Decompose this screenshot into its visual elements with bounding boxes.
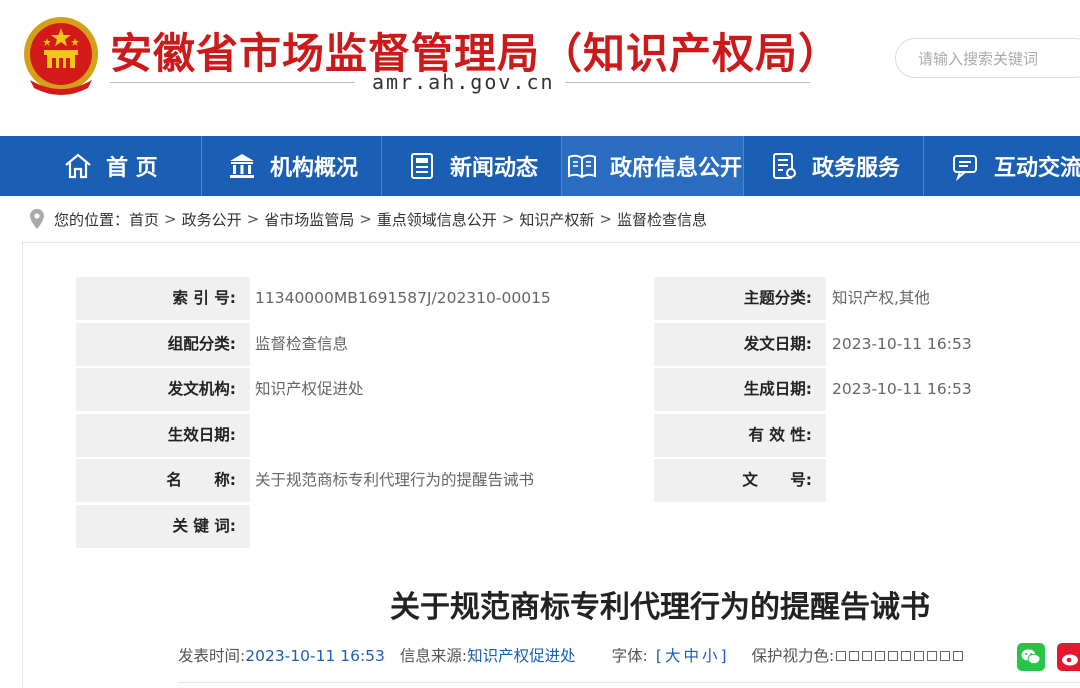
pub-date-label: 发文日期: [743, 334, 812, 353]
category-label: 组配分类: [167, 334, 236, 353]
breadcrumb-separator: > [164, 210, 177, 228]
eye-color-label: 保护视力色: [751, 647, 835, 665]
source-label: 信息来源: [399, 647, 468, 665]
topic-value: 知识产权,其他 [832, 289, 930, 307]
location-pin-icon [30, 209, 44, 229]
breadcrumb-item[interactable]: 省市场监管局 [264, 209, 354, 230]
color-swatch[interactable] [875, 651, 886, 661]
main-nav: 首 页 机构概况 新闻动态 政府信息公开 政务服务 互动交流 [0, 136, 1080, 196]
breadcrumb-item[interactable]: 监督检查信息 [617, 209, 707, 230]
document-info-table: 索 引 号: 11340000MB1691587J/202310-00015 主… [76, 276, 1080, 549]
color-swatch[interactable] [836, 651, 847, 661]
category-value: 监督检查信息 [255, 334, 349, 353]
breadcrumb: 您的位置： 首页 > 政务公开 > 省市场监管局 > 重点领域信息公开 > 知识… [30, 206, 707, 232]
eye-color-swatches[interactable] [836, 651, 964, 661]
keywords-label: 关 键 词: [172, 516, 237, 535]
gen-date-label: 生成日期: [743, 380, 812, 398]
service-document-icon [768, 150, 800, 182]
site-header: 安徽省市场监督管理局（知识产权局） amr.ah.gov.cn [0, 0, 1080, 136]
nav-item-institution[interactable]: 机构概况 [202, 136, 382, 196]
info-row: 名 称: 关于规范商标专利代理行为的提醒告诫书 文 号: [76, 458, 1080, 504]
national-emblem-icon [22, 14, 100, 96]
breadcrumb-separator: > [501, 210, 515, 228]
nav-label-interaction: 互动交流 [994, 156, 1080, 181]
doc-no-label: 文 号: [742, 471, 812, 489]
breadcrumb-item[interactable]: 政务公开 [182, 209, 242, 230]
nav-item-interaction[interactable]: 互动交流 [924, 136, 1080, 196]
breadcrumb-separator: > [246, 210, 260, 228]
institution-icon [226, 150, 258, 182]
nav-item-service[interactable]: 政务服务 [744, 136, 924, 196]
name-label: 名 称: [166, 471, 236, 489]
home-icon [62, 150, 94, 182]
breadcrumb-item[interactable]: 重点领域信息公开 [377, 209, 497, 230]
nav-label-service: 政务服务 [812, 156, 901, 181]
nav-item-news[interactable]: 新闻动态 [382, 136, 562, 196]
nav-item-home[interactable]: 首 页 [0, 136, 202, 196]
publish-time-label: 发表时间: [178, 647, 246, 665]
color-swatch[interactable] [953, 651, 964, 661]
open-book-icon [566, 150, 598, 182]
agency-value: 知识产权促进处 [255, 380, 364, 398]
search-box[interactable] [895, 38, 1080, 78]
topic-label: 主题分类: [743, 289, 812, 307]
article-meta: 发表时间: 2023-10-11 16:53 信息来源: 知识产权促进处 字体:… [178, 644, 964, 668]
validity-label: 有 效 性: [748, 425, 813, 444]
color-swatch[interactable] [849, 651, 860, 661]
info-row: 生效日期: 有 效 性: [76, 413, 1080, 459]
info-row: 关 键 词: [76, 504, 1080, 550]
index-no-label: 索 引 号: [172, 289, 237, 307]
article-title: 关于规范商标专利代理行为的提醒告诫书 [390, 590, 930, 625]
news-icon [406, 150, 438, 182]
nav-item-gov-info[interactable]: 政府信息公开 [562, 136, 744, 196]
font-label: 字体: [611, 647, 648, 665]
color-swatch[interactable] [927, 651, 938, 661]
meta-divider [178, 682, 1080, 683]
nav-label-home: 首 页 [106, 156, 158, 181]
info-row: 索 引 号: 11340000MB1691587J/202310-00015 主… [76, 276, 1080, 322]
agency-label: 发文机构: [167, 380, 236, 398]
color-swatch[interactable] [901, 651, 912, 661]
weibo-share-icon[interactable] [1057, 643, 1080, 671]
color-swatch[interactable] [914, 651, 925, 661]
site-domain: amr.ah.gov.cn [372, 70, 555, 94]
publish-time-value: 2023-10-11 16:53 [245, 647, 385, 665]
font-size-controls[interactable]: [大中小] [656, 644, 730, 668]
chat-icon [950, 150, 982, 182]
wechat-share-icon[interactable] [1017, 643, 1045, 671]
color-swatch[interactable] [940, 651, 951, 661]
info-row: 组配分类: 监督检查信息 发文日期: 2023-10-11 16:53 [76, 322, 1080, 368]
name-value: 关于规范商标专利代理行为的提醒告诫书 [255, 471, 535, 489]
source-value[interactable]: 知识产权促进处 [467, 644, 576, 668]
index-no-value: 11340000MB1691587J/202310-00015 [255, 289, 551, 307]
nav-label-institution: 机构概况 [270, 156, 359, 181]
nav-label-news: 新闻动态 [450, 156, 539, 181]
color-swatch[interactable] [862, 651, 873, 661]
search-input[interactable] [918, 48, 1078, 70]
breadcrumb-separator: > [599, 210, 612, 228]
pub-date-value: 2023-10-11 16:53 [832, 334, 972, 353]
breadcrumb-item[interactable]: 首页 [129, 209, 159, 230]
effective-date-label: 生效日期: [167, 425, 236, 444]
breadcrumb-item[interactable]: 知识产权新 [519, 209, 594, 230]
color-swatch[interactable] [888, 651, 899, 661]
info-row: 发文机构: 知识产权促进处 生成日期: 2023-10-11 16:53 [76, 367, 1080, 413]
nav-label-gov-info: 政府信息公开 [610, 156, 743, 181]
gen-date-value: 2023-10-11 16:53 [832, 380, 972, 398]
breadcrumb-separator: > [359, 210, 372, 228]
breadcrumb-prefix: 您的位置： [54, 210, 130, 229]
